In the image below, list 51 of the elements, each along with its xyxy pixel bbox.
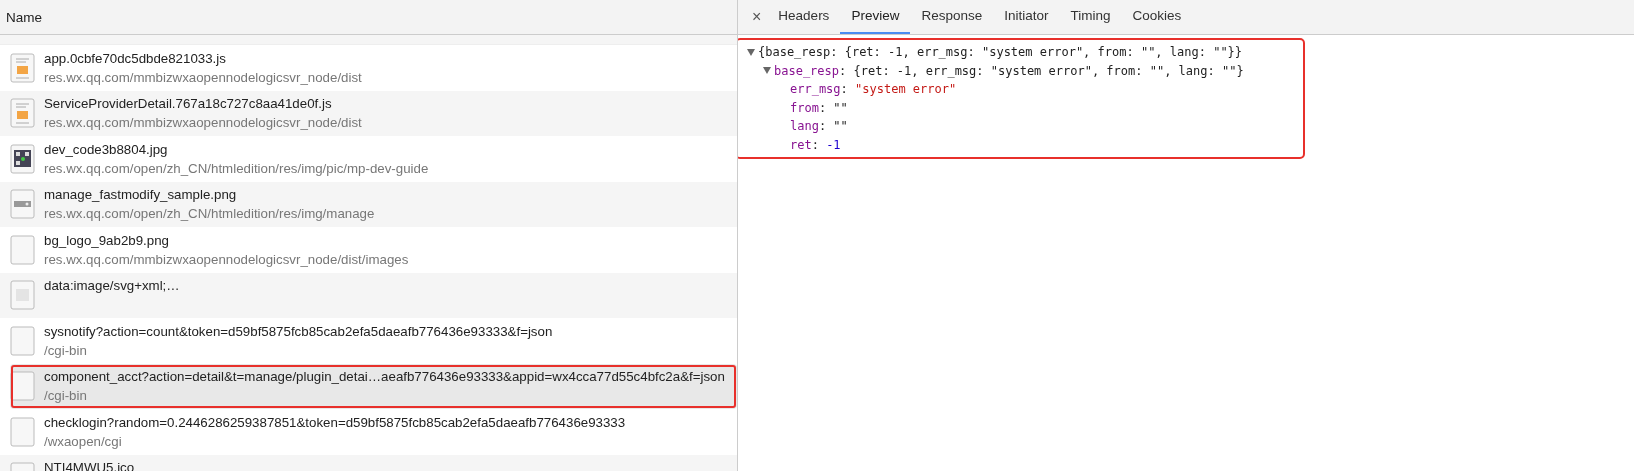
tree-property: err_msg: "system error" [790,81,957,98]
file-icon [10,234,35,265]
tab[interactable]: Cookies [1121,0,1193,34]
tab[interactable]: Timing [1059,0,1122,34]
request-path: /cgi-bin [44,387,88,406]
file-icon [10,371,35,402]
tree-property: ret: -1 [790,136,841,154]
tab[interactable]: Headers [767,0,841,34]
request-path: res.wx.qq.com/mmbizwxaopennodelogicsvr_node/dist/images [44,250,409,269]
request-name: sysnotify?action=count&token=d59bf5875fcb85cab2efa5daeafb776436e93333&f=json [44,322,553,341]
request-name: manage_fastmodify_sample.png [44,186,238,205]
script-file-icon [10,98,35,129]
tree-node[interactable]: {base_resp: {ret: -1, err_msg: "system error", from: "", lang: ""}} [758,43,1243,62]
file-icon [10,416,35,447]
request-name: checklogin?random=0.2446286259387851&token=d59bf5875fcb85cab2efa5daeafb776436e93333 [44,413,626,432]
request-path: res.wx.qq.com/open/zh_CN/htmledition/res/img/manage [44,205,375,224]
image-file-icon [10,189,35,220]
file-icon [10,280,35,311]
request-row[interactable]: manage_fastmodify_sample.png res.wx.qq.com/open/zh_CN/htmledition/res/img/manage [0,181,737,227]
request-row[interactable]: ServiceProviderDetail.767a18c727c8aa41de0f.js res.wx.qq.com/mmbizwxaopennodelogicsvr_node/dist [0,90,737,136]
request-path: res.wx.qq.com/mmbizwxaopennodelogicsvr_node/dist [44,114,362,133]
expanded-triangle-icon[interactable] [763,67,771,75]
request-row[interactable]: app.0cbfe70dc5dbde821033.js res.wx.qq.com/mmbizwxaopennodelogicsvr_node/dist [0,45,737,91]
request-row[interactable]: component_acct?action=detail&t=manage/plugin_detai…aeafb776436e93333&appid=wx4cca77d55c4bfc2a&f=json /cgi-bin [10,363,737,409]
request-name: bg_logo_9ab2b9.png [44,231,170,250]
request-path: res.wx.qq.com/open/zh_CN/htmledition/res/img/pic/mp-dev-guide [44,159,429,178]
request-name: data:image/svg+xml;… [44,277,180,296]
request-name: ServiceProviderDetail.767a18c727c8aa41de0f.js [44,95,333,114]
request-name: app.0cbfe70dc5dbde821033.js [44,49,227,68]
tab[interactable]: Response [910,0,994,34]
request-row[interactable]: bg_logo_9ab2b9.png res.wx.qq.com/mmbizwxaopennodelogicsvr_node/dist/images [0,227,737,273]
request-path: res.wx.qq.com/mmbizwxaopennodelogicsvr_node/dist [44,68,362,87]
tab[interactable]: Initiator [993,0,1060,34]
request-name: dev_code3b8804.jpg [44,140,169,159]
close-button[interactable]: × [746,0,768,34]
qr-image-icon [10,143,35,174]
tree-property: lang: "" [790,118,848,135]
request-row[interactable]: checklogin?random=0.2446286259387851&token=d59bf5875fcb85cab2efa5daeafb776436e93333 /wxaopen/cgi [0,409,737,455]
column-header[interactable]: Name [0,0,737,35]
expanded-triangle-icon[interactable] [747,48,755,56]
tree-node[interactable]: base_resp: {ret: -1, err_msg: "system error", from: "", lang: ""} [774,61,1244,80]
script-file-icon [10,52,35,83]
tab[interactable]: Preview [840,0,911,34]
file-icon [10,325,35,356]
request-row[interactable]: data:image/svg+xml;… [0,272,737,318]
request-row[interactable]: dev_code3b8804.jpg res.wx.qq.com/open/zh_CN/htmledition/res/img/pic/mp-dev-guide [0,136,737,182]
request-path: /wxaopen/cgi [44,432,123,451]
request-path: /cgi-bin [44,341,88,360]
request-name: component_acct?action=detail&t=manage/plugin_detai…aeafb776436e93333&appid=wx4cca77d55c4bfc2a&f=json [44,368,725,387]
request-row[interactable]: sysnotify?action=count&token=d59bf5875fcb85cab2efa5daeafb776436e93333&f=json /cgi-bin [0,318,737,364]
tree-property: from: "" [790,99,848,117]
